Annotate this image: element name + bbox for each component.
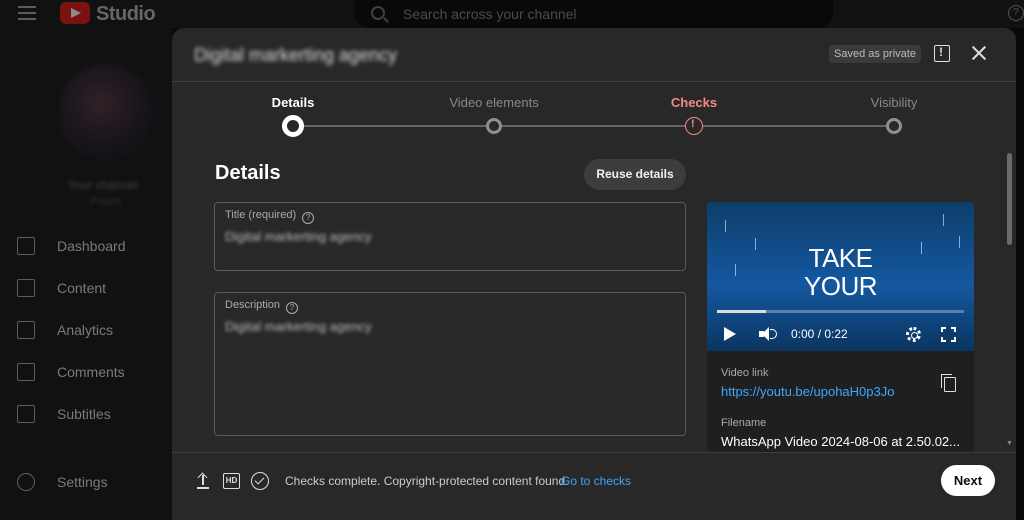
dialog-footer: HD Checks complete. Copyright-protected …: [172, 453, 1016, 520]
step-checks-label[interactable]: Checks: [671, 95, 717, 110]
description-field-label: Description?: [225, 299, 299, 314]
copy-icon[interactable]: [941, 374, 956, 392]
video-decoration: [725, 220, 726, 232]
dialog-title: Digital markerting agency: [194, 45, 398, 65]
reuse-details-button[interactable]: Reuse details: [584, 159, 686, 190]
close-icon[interactable]: [969, 43, 989, 63]
video-overlay-text: TAKE: [808, 243, 873, 273]
title-field[interactable]: Title (required)? Digital markerting age…: [214, 202, 686, 271]
title-input[interactable]: Digital markerting agency: [225, 229, 372, 244]
video-link[interactable]: https://youtu.be/upohaH0p3Jo: [721, 384, 894, 399]
step-details-dot[interactable]: [282, 115, 304, 137]
check-circle-icon[interactable]: [251, 472, 269, 490]
hd-icon[interactable]: HD: [223, 473, 240, 489]
step-details-label[interactable]: Details: [272, 95, 315, 110]
video-preview-card: TAKE YOUR 0:00 / 0:22 Video link https:/…: [707, 202, 974, 452]
upload-dialog: Digital markerting agency Saved as priva…: [172, 28, 1016, 520]
step-video-elements-dot[interactable]: [486, 118, 502, 134]
stepper-track: [292, 125, 894, 127]
step-visibility-dot[interactable]: [886, 118, 902, 134]
fullscreen-icon[interactable]: [940, 326, 957, 343]
step-checks-warning-icon[interactable]: [685, 117, 703, 135]
description-input[interactable]: Digital markerting agency: [225, 319, 372, 334]
video-player[interactable]: TAKE YOUR 0:00 / 0:22: [707, 202, 974, 351]
play-icon[interactable]: [724, 327, 736, 341]
step-visibility-label[interactable]: Visibility: [871, 95, 918, 110]
help-icon[interactable]: ?: [302, 212, 315, 224]
title-field-label: Title (required)?: [225, 209, 315, 224]
step-video-elements-label[interactable]: Video elements: [449, 95, 538, 110]
help-icon[interactable]: ?: [286, 302, 299, 314]
description-field-label-text: Description: [225, 299, 281, 311]
video-link-label: Video link: [721, 367, 769, 379]
saved-status-badge: Saved as private: [829, 45, 921, 63]
video-decoration: [943, 214, 944, 226]
description-field[interactable]: Description? Digital markerting agency: [214, 292, 686, 436]
filename-value: WhatsApp Video 2024-08-06 at 2.50.02...: [721, 434, 960, 449]
filename-label: Filename: [721, 417, 767, 429]
video-overlay-text: YOUR: [803, 271, 878, 301]
scroll-down-icon[interactable]: ▼: [1006, 440, 1013, 447]
next-button[interactable]: Next: [941, 465, 995, 496]
feedback-icon[interactable]: [934, 45, 950, 62]
divider: [172, 81, 1016, 82]
details-heading: Details: [215, 162, 281, 184]
scrollbar-thumb[interactable]: [1007, 153, 1012, 245]
go-to-checks-link[interactable]: Go to checks: [561, 474, 631, 488]
gear-icon[interactable]: [906, 327, 921, 342]
video-time: 0:00 / 0:22: [791, 327, 848, 341]
title-field-label-text: Title (required): [225, 209, 297, 221]
video-progress-bar[interactable]: [717, 310, 964, 313]
checks-status-text: Checks complete. Copyright-protected con…: [285, 474, 569, 488]
video-progress-fill: [717, 310, 767, 313]
